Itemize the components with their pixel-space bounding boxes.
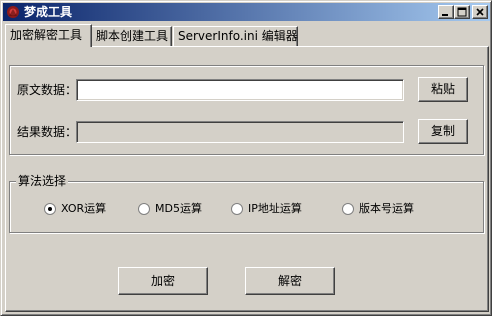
tab-encrypt-decrypt[interactable]: 加密解密工具 xyxy=(5,24,92,47)
app-icon xyxy=(7,6,19,18)
paste-button[interactable]: 粘贴 xyxy=(418,77,468,102)
tab-serverinfo-editor[interactable]: ServerInfo.ini 编辑器 xyxy=(173,26,298,46)
radio-unchecked-icon xyxy=(138,203,150,215)
minimize-button[interactable] xyxy=(438,5,454,19)
radio-version-label: 版本号运算 xyxy=(359,202,414,215)
result-data-label: 结果数据： xyxy=(17,125,78,139)
encrypt-button[interactable]: 加密 xyxy=(118,267,208,295)
close-icon xyxy=(476,8,484,16)
title-bar[interactable]: 梦成工具 xyxy=(3,3,490,21)
close-button[interactable] xyxy=(472,5,488,19)
radio-version[interactable]: 版本号运算 xyxy=(342,202,442,216)
maximize-button[interactable] xyxy=(454,5,470,19)
maximize-icon xyxy=(457,7,467,17)
radio-unchecked-icon xyxy=(231,203,243,215)
radio-xor-label: XOR运算 xyxy=(61,202,107,215)
result-data-field[interactable] xyxy=(76,121,404,143)
radio-md5-label: MD5运算 xyxy=(155,202,202,215)
source-data-input[interactable] xyxy=(76,79,404,101)
radio-checked-icon xyxy=(44,203,56,215)
radio-ip-address[interactable]: IP地址运算 xyxy=(231,202,331,216)
source-data-label: 原文数据： xyxy=(17,83,78,97)
copy-button[interactable]: 复制 xyxy=(418,119,468,144)
radio-md5[interactable]: MD5运算 xyxy=(138,202,228,216)
algorithm-group-title: 算法选择 xyxy=(16,174,69,188)
minimize-icon xyxy=(442,14,448,16)
radio-unchecked-icon xyxy=(342,203,354,215)
decrypt-button[interactable]: 解密 xyxy=(245,267,335,295)
tab-script-creator[interactable]: 脚本创建工具 xyxy=(91,26,172,46)
window-title: 梦成工具 xyxy=(24,5,73,19)
radio-xor[interactable]: XOR运算 xyxy=(44,202,134,216)
main-window: 梦成工具 加密解密工具 脚本创建工具 ServerInfo.ini 编辑器 原文… xyxy=(0,0,492,316)
radio-ip-address-label: IP地址运算 xyxy=(248,202,302,215)
